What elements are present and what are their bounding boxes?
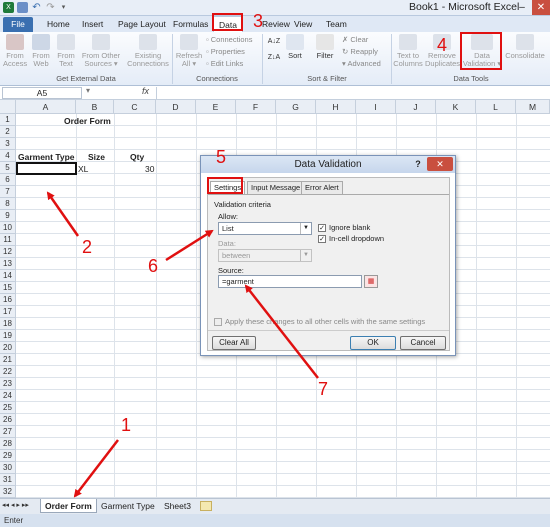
arrow-2 (46, 191, 80, 237)
arrow-1 (73, 439, 119, 498)
arrow-7 (244, 284, 319, 379)
arrow-6 (165, 229, 214, 262)
annotation-arrows (46, 191, 319, 498)
